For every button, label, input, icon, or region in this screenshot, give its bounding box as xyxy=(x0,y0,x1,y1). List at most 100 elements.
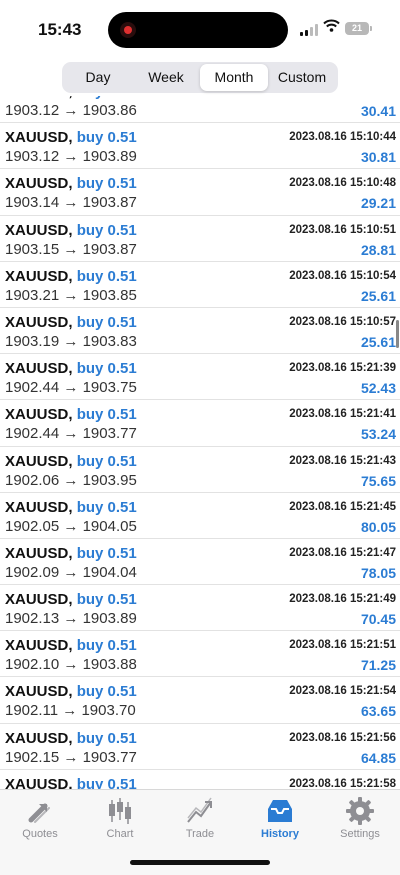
deal-symbol-line: XAUUSD, buy 0.51 xyxy=(5,730,137,747)
arrow-right-icon: → xyxy=(59,425,83,443)
deal-side: buy 0.51 xyxy=(77,96,137,100)
deal-date: 2023.08.16 15:21:39 xyxy=(289,362,396,375)
deal-profit: 25.61 xyxy=(360,333,396,350)
deal-row[interactable]: XAUUSD, buy 0.51 2023.08.16 15:10:44 1903.… xyxy=(0,123,400,170)
deal-profit: 25.61 xyxy=(360,287,396,304)
deal-open-price: 1902.44 xyxy=(5,379,60,397)
deal-close-price: 1903.89 xyxy=(82,610,137,628)
recording-icon xyxy=(120,22,136,38)
deal-row[interactable]: XAUUSD, buy 0.51 2023.08.16 15:21:47 1902.… xyxy=(0,539,400,586)
deal-row[interactable]: XAUUSD, buy 0.51 2023.08.16 15:21:56 1902.… xyxy=(0,724,400,770)
deal-row[interactable]: XAUUSD, buy 0.51 2023.08.16 15:10:51 1903.… xyxy=(0,216,400,262)
deal-close-price: 1904.04 xyxy=(82,563,137,581)
deal-row[interactable]: XAUUSD, buy 0.512023.08.16 15:21:581902.… xyxy=(0,770,400,789)
deal-row[interactable]: XAUUSD, buy 0.51 2023.08.16 15:21:43 1902.… xyxy=(0,447,400,493)
deal-prices: 1903.14 → 1903.87 xyxy=(5,194,137,211)
deal-open-price: 1903.19 xyxy=(5,332,60,350)
status-time: 15:43 xyxy=(38,20,82,39)
deal-side: buy 0.51 xyxy=(76,406,137,424)
deal-symbol-line: XAUUSD, buy 0.51 xyxy=(5,499,137,516)
deal-close-price: 1904.05 xyxy=(82,517,137,535)
deal-prices: 1902.15 → 1903.77 xyxy=(5,749,137,766)
deal-date: 2023.08.16 15:10:44 xyxy=(289,131,396,144)
tab-chart[interactable]: Chart xyxy=(80,796,160,840)
arrow-right-icon: → xyxy=(59,471,83,489)
deal-side: buy 0.51 xyxy=(76,313,137,331)
deal-open-price: 1903.12 xyxy=(5,148,60,166)
deal-date: 2023.08.16 15:10:54 xyxy=(289,269,396,282)
deal-date: 2023.08.16 15:21:54 xyxy=(289,685,396,698)
tab-label: Quotes xyxy=(22,828,58,840)
deal-row[interactable]: XAUUSD, buy 0.51 2023.08.16 15:21:54 1902.… xyxy=(0,677,400,724)
deal-open-price: 1903.12 xyxy=(5,102,60,119)
deal-prices: 1903.15 → 1903.87 xyxy=(5,241,137,258)
deal-prices: 1903.21 → 1903.85 xyxy=(5,287,137,304)
arrow-right-icon: → xyxy=(59,748,83,766)
arrow-right-icon: → xyxy=(59,286,83,304)
deal-row[interactable]: XAUUSD, buy 0.51 2023.08.16 15:10:54 1903.… xyxy=(0,262,400,308)
tab-settings[interactable]: Settings xyxy=(320,796,400,840)
deal-symbol: XAUUSD, xyxy=(5,360,73,378)
deal-prices: 1902.05 → 1904.05 xyxy=(5,518,137,535)
deal-row[interactable]: XAUUSD, buy 0.51 2023.08.16 15:10:41 1903.… xyxy=(0,96,400,124)
arrow-right-icon: → xyxy=(59,656,83,674)
deal-row[interactable]: XAUUSD, buy 0.51 2023.08.16 15:10:57 1903.… xyxy=(0,308,400,355)
segment-day[interactable]: Day xyxy=(64,64,132,91)
tab-trade[interactable]: Trade xyxy=(160,796,240,840)
deal-row[interactable]: XAUUSD, buy 0.51 2023.08.16 15:21:39 1902.… xyxy=(0,354,400,401)
deal-symbol: XAUUSD, xyxy=(5,498,73,516)
deal-date: 2023.08.16 15:21:47 xyxy=(289,546,396,559)
tab-label: Chart xyxy=(106,828,134,840)
deal-row[interactable]: XAUUSD, buy 0.51 2023.08.16 15:21:49 1902.… xyxy=(0,585,400,632)
deal-row[interactable]: XAUUSD, buy 0.51 2023.08.16 15:10:48 1903.… xyxy=(0,169,400,216)
deal-row[interactable]: XAUUSD, buy 0.51 2023.08.16 15:21:41 1902.… xyxy=(0,400,400,447)
deal-date: 2023.08.16 15:10:41 xyxy=(289,96,396,97)
segment-custom[interactable]: Custom xyxy=(268,64,336,91)
segment-month[interactable]: Month xyxy=(200,64,268,91)
deal-symbol-line: XAUUSD, buy 0.51 xyxy=(5,268,137,285)
deal-prices: 1902.13 → 1903.89 xyxy=(5,610,137,627)
arrow-right-icon: → xyxy=(58,702,82,720)
deal-row[interactable]: XAUUSD, buy 0.51 2023.08.16 15:21:51 1902.… xyxy=(0,631,400,678)
segment-week[interactable]: Week xyxy=(132,64,200,91)
deal-symbol: XAUUSD, xyxy=(5,313,73,331)
deal-row[interactable]: XAUUSD, buy 0.51 2023.08.16 15:21:45 1902.… xyxy=(0,493,400,539)
deal-prices: 1902.44 → 1903.77 xyxy=(5,425,137,442)
deal-symbol-line: XAUUSD, buy 0.51 xyxy=(5,96,137,100)
deal-open-price: 1902.15 xyxy=(5,748,60,766)
deal-date: 2023.08.16 15:21:49 xyxy=(289,593,396,606)
scrollbar-thumb[interactable] xyxy=(396,320,399,348)
deal-open-price: 1902.05 xyxy=(5,517,60,535)
tab-label: Trade xyxy=(185,828,215,840)
deal-symbol: XAUUSD, xyxy=(5,221,73,239)
deal-side: buy 0.51 xyxy=(76,729,137,747)
deal-profit: 64.85 xyxy=(360,749,396,766)
deal-profit: 80.05 xyxy=(360,518,396,535)
deal-symbol: XAUUSD, xyxy=(5,175,73,193)
home-indicator[interactable] xyxy=(130,860,270,865)
deal-date: 2023.08.16 15:21:56 xyxy=(289,731,396,744)
deal-symbol: XAUUSD, xyxy=(5,637,73,655)
arrow-right-icon: → xyxy=(59,148,83,166)
deal-date: 2023.08.16 15:21:45 xyxy=(289,500,396,513)
deal-profit: 30.41 xyxy=(360,103,396,119)
arrow-right-icon: → xyxy=(59,610,83,628)
deal-open-price: 1902.09 xyxy=(5,563,60,581)
deal-open-price: 1902.13 xyxy=(5,610,60,628)
tab-history[interactable]: History xyxy=(240,796,320,840)
tab-quotes[interactable]: Quotes xyxy=(0,796,80,840)
tab-label: Settings xyxy=(340,828,380,840)
deal-date: 2023.08.16 15:10:57 xyxy=(289,315,396,328)
deal-open-price: 1903.14 xyxy=(5,194,60,212)
deal-symbol-line: XAUUSD, buy 0.51 xyxy=(5,222,137,239)
deal-symbol: XAUUSD, xyxy=(5,129,73,147)
arrow-right-icon: → xyxy=(59,194,83,212)
deal-profit: 53.24 xyxy=(360,426,396,443)
deal-close-price: 1903.77 xyxy=(82,748,137,766)
deal-profit: 63.65 xyxy=(360,703,396,720)
deal-symbol-line: XAUUSD, buy 0.51 xyxy=(5,683,137,700)
deal-symbol: XAUUSD, xyxy=(5,96,73,100)
deal-symbol: XAUUSD, xyxy=(5,683,73,701)
deal-open-price: 1902.44 xyxy=(5,425,60,443)
history-deal-list[interactable]: XAUUSD, buy 0.51 2023.08.16 15:10:41 1903.… xyxy=(0,96,400,789)
